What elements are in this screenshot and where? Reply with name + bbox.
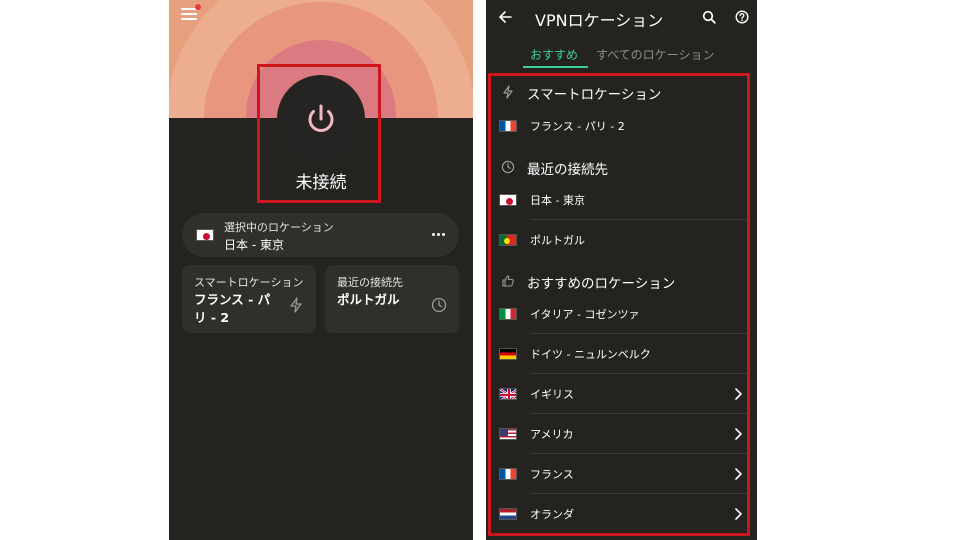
- recent-location-value: ポルトガル: [337, 292, 400, 307]
- power-highlight-box: [257, 64, 381, 203]
- menu-icon[interactable]: [181, 8, 197, 22]
- recent-location-tile[interactable]: 最近の接続先 ポルトガル: [325, 265, 459, 333]
- notification-dot: [195, 4, 201, 10]
- clock-icon: [431, 297, 447, 313]
- recent-location-title: 最近の接続先: [337, 276, 403, 289]
- search-icon[interactable]: [702, 10, 716, 24]
- locations-header: VPNロケーション: [486, 0, 757, 36]
- selected-location-label: 選択中のロケーション: [224, 221, 334, 234]
- page-title: VPNロケーション: [535, 11, 664, 30]
- active-tab-indicator: [523, 66, 588, 68]
- tab-all-locations[interactable]: すべてのロケーション: [596, 46, 714, 63]
- selected-location-card[interactable]: 選択中のロケーション 日本 - 東京: [182, 213, 459, 257]
- locations-highlight-box: [488, 73, 750, 536]
- tab-recommended[interactable]: おすすめ: [530, 46, 578, 63]
- more-options-icon[interactable]: [432, 233, 445, 236]
- smart-location-value: フランス - パ リ - 2: [194, 292, 271, 325]
- smart-location-title: スマートロケーション: [194, 276, 304, 289]
- back-arrow-icon[interactable]: [498, 10, 512, 24]
- japan-flag-icon: [196, 229, 214, 241]
- smart-location-tile[interactable]: スマートロケーション フランス - パ リ - 2: [182, 265, 316, 333]
- help-icon[interactable]: [735, 10, 749, 24]
- selected-location-value: 日本 - 東京: [224, 238, 284, 252]
- bolt-icon: [290, 297, 302, 313]
